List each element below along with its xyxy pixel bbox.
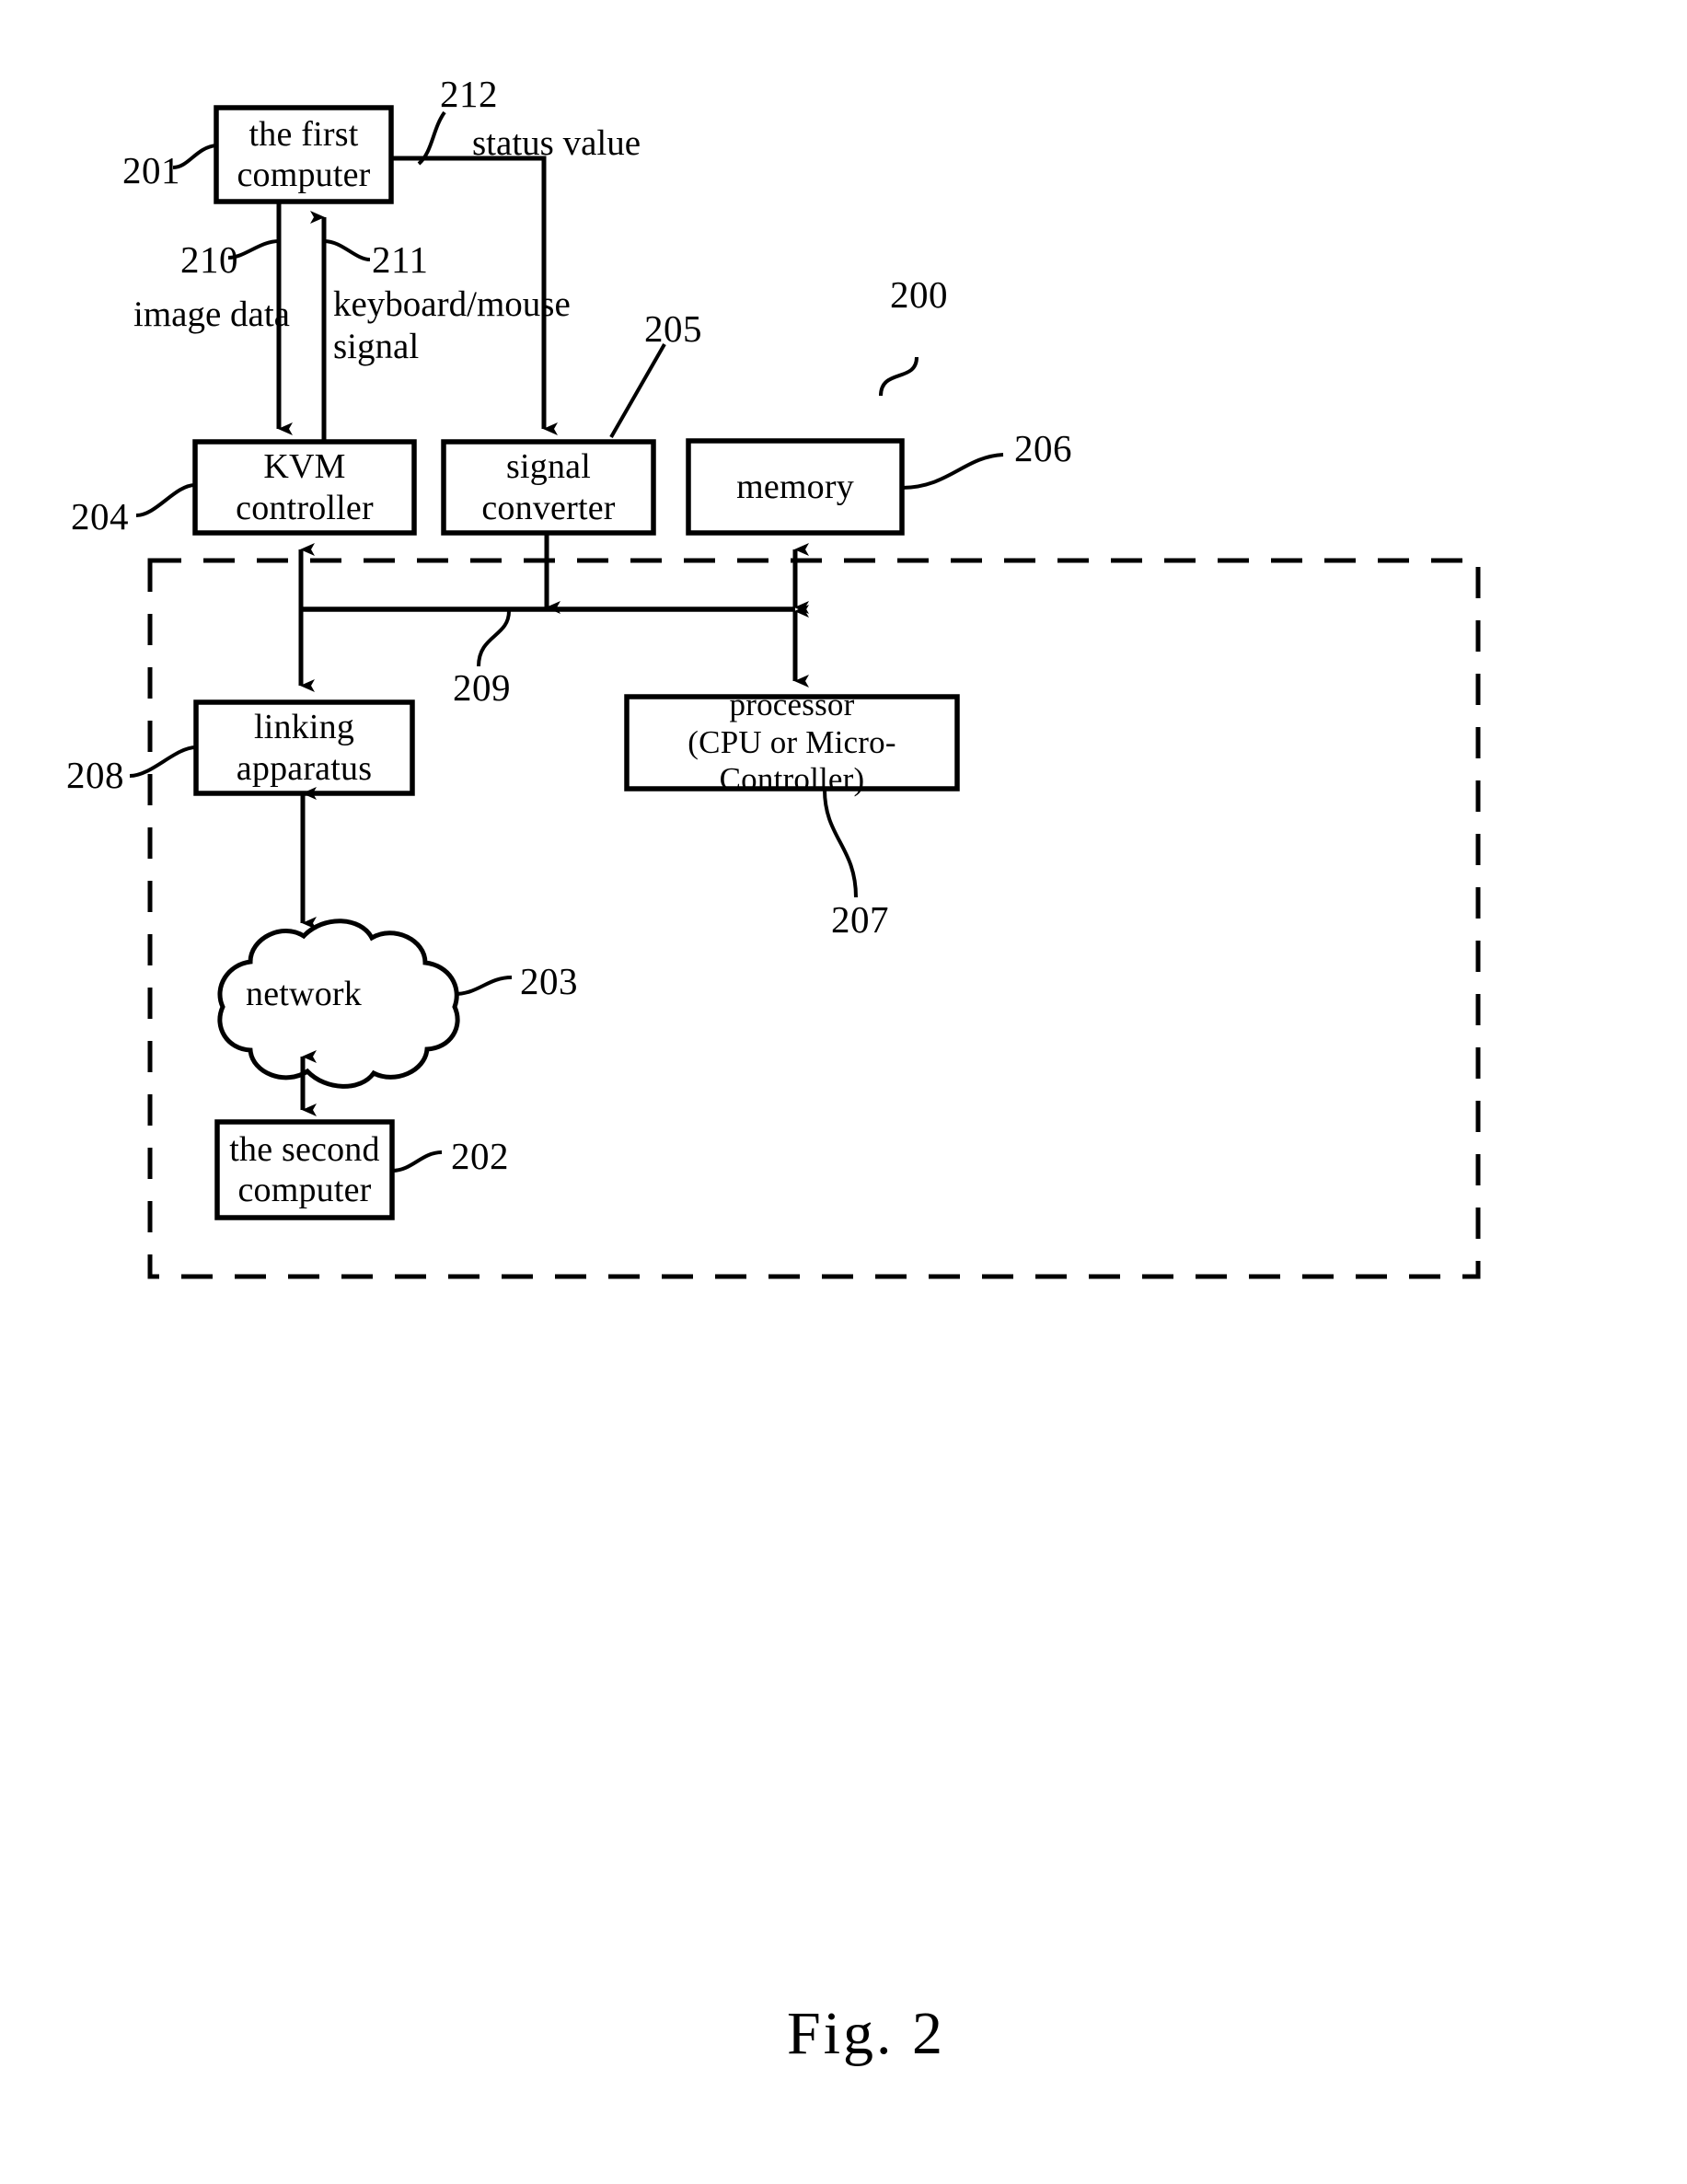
- status-value-label: status value: [472, 123, 641, 163]
- ref-201: 201: [122, 149, 180, 191]
- ref-209: 209: [453, 666, 511, 709]
- kvm-controller-box: [192, 439, 417, 536]
- ref-205: 205: [644, 307, 702, 350]
- ref-212: 212: [440, 73, 498, 115]
- leader-209: [477, 610, 511, 667]
- first-computer-box: [214, 105, 394, 204]
- figure-caption: Fig. 2: [787, 2000, 946, 2067]
- ref-210: 210: [180, 238, 238, 281]
- second-computer-box: [214, 1119, 395, 1220]
- leader-206: [901, 453, 1004, 490]
- memory-box: [686, 438, 905, 536]
- patent-figure-page: the first computer KVM controller signal…: [0, 0, 1687, 2184]
- ref-206: 206: [1014, 427, 1072, 469]
- leader-207: [823, 789, 858, 898]
- signal-converter-box: [441, 439, 656, 536]
- ref-200: 200: [890, 273, 948, 316]
- network-cloud: [217, 919, 460, 1089]
- leader-205: [609, 343, 666, 438]
- ref-211: 211: [372, 238, 429, 281]
- processor-box: [624, 694, 960, 792]
- ref-204: 204: [71, 495, 129, 537]
- ref-203: 203: [520, 960, 578, 1002]
- leader-202: [391, 1150, 443, 1173]
- ref-207: 207: [831, 898, 889, 941]
- leader-211: [323, 239, 371, 261]
- leader-208: [129, 745, 197, 778]
- linking-apparatus-box: [193, 699, 415, 796]
- image-data-label: image data: [133, 295, 290, 334]
- leader-203: [454, 976, 513, 996]
- ref-208: 208: [66, 754, 124, 796]
- ref-202: 202: [451, 1135, 509, 1177]
- leader-200: [879, 356, 919, 397]
- keyboard-mouse-signal-label: keyboard/mouse signal: [333, 284, 571, 367]
- leader-204: [135, 483, 196, 517]
